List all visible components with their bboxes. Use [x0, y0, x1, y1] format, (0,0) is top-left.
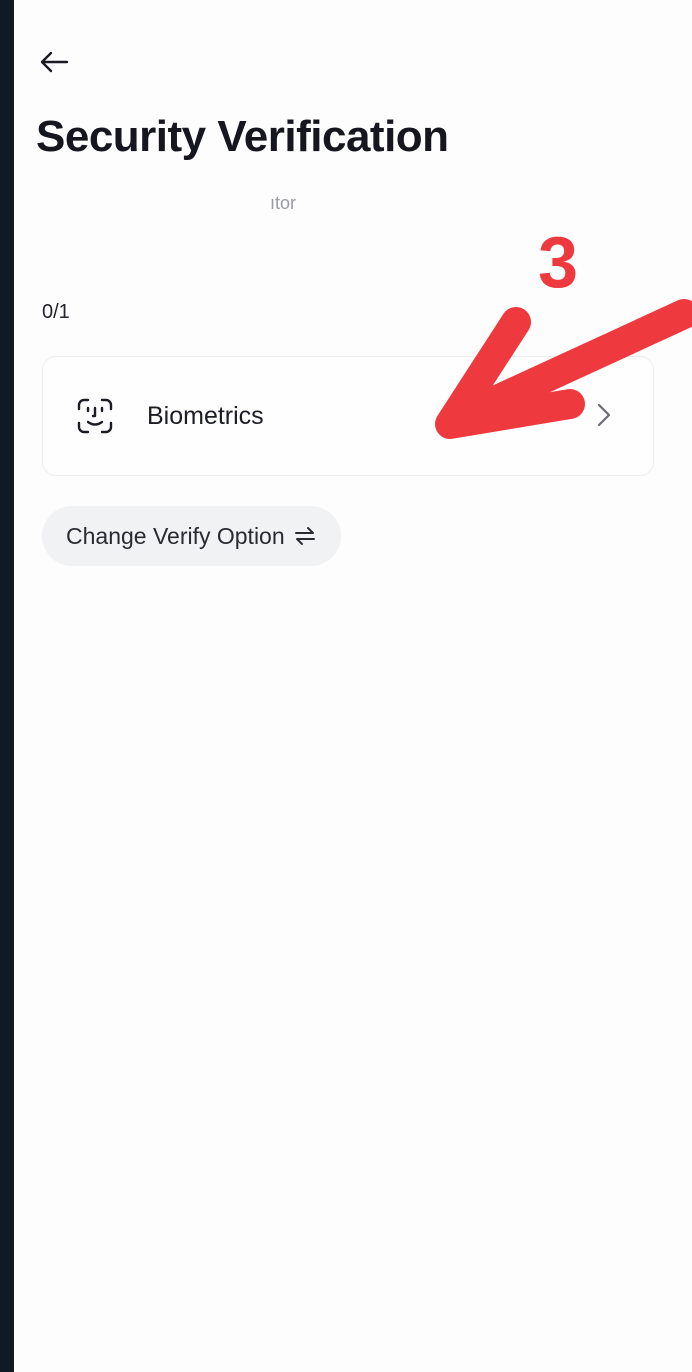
chevron-right-icon	[595, 401, 613, 429]
biometrics-label: Biometrics	[147, 401, 264, 430]
page-subtitle: ıtor	[270, 193, 297, 213]
arrow-left-icon	[40, 51, 69, 73]
swap-arrows-icon	[293, 524, 317, 548]
biometrics-option[interactable]: Biometrics	[42, 356, 654, 476]
change-verify-option-button[interactable]: Change Verify Option	[42, 506, 341, 566]
back-button[interactable]	[34, 44, 74, 80]
change-verify-option-label: Change Verify Option	[66, 522, 285, 549]
face-id-icon	[75, 396, 115, 436]
verification-progress: 0/1	[42, 301, 70, 323]
app-screen: Security Verification ıtor 0/1 Biometric…	[14, 0, 692, 1372]
page-title: Security Verification	[36, 112, 449, 161]
annotation-step-number: 3	[538, 223, 579, 303]
